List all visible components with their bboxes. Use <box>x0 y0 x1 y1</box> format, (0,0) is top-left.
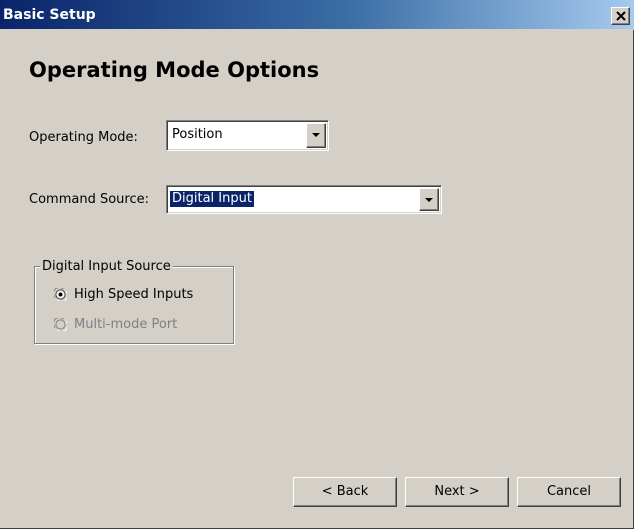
cancel-button[interactable]: Cancel <box>517 477 621 507</box>
chevron-down-icon[interactable] <box>306 123 326 148</box>
close-icon <box>616 11 626 21</box>
radio-unchecked-icon <box>54 318 67 331</box>
digital-input-source-legend: Digital Input Source <box>40 259 173 274</box>
window-title: Basic Setup <box>3 7 96 23</box>
radio-multi-mode-port[interactable]: Multi-mode Port <box>54 317 224 334</box>
radio-high-speed-inputs-label: High Speed Inputs <box>74 287 194 302</box>
operating-mode-dropdown[interactable]: Position <box>166 120 329 151</box>
radio-high-speed-inputs[interactable]: High Speed Inputs <box>54 287 224 304</box>
close-button[interactable] <box>611 7 630 25</box>
command-source-value: Digital Input <box>170 191 254 207</box>
basic-setup-dialog: Basic Setup Operating Mode Options Opera… <box>0 0 634 529</box>
command-source-dropdown[interactable]: Digital Input <box>166 185 442 214</box>
chevron-down-icon[interactable] <box>419 188 439 211</box>
command-source-label: Command Source: <box>29 192 149 207</box>
title-bar[interactable]: Basic Setup <box>0 0 634 30</box>
page-title: Operating Mode Options <box>29 58 320 82</box>
operating-mode-label: Operating Mode: <box>29 130 138 145</box>
radio-multi-mode-port-label: Multi-mode Port <box>74 317 178 332</box>
next-button[interactable]: Next > <box>405 477 509 507</box>
operating-mode-value: Position <box>172 127 223 142</box>
radio-checked-icon <box>54 288 67 301</box>
back-button[interactable]: < Back <box>293 477 397 507</box>
